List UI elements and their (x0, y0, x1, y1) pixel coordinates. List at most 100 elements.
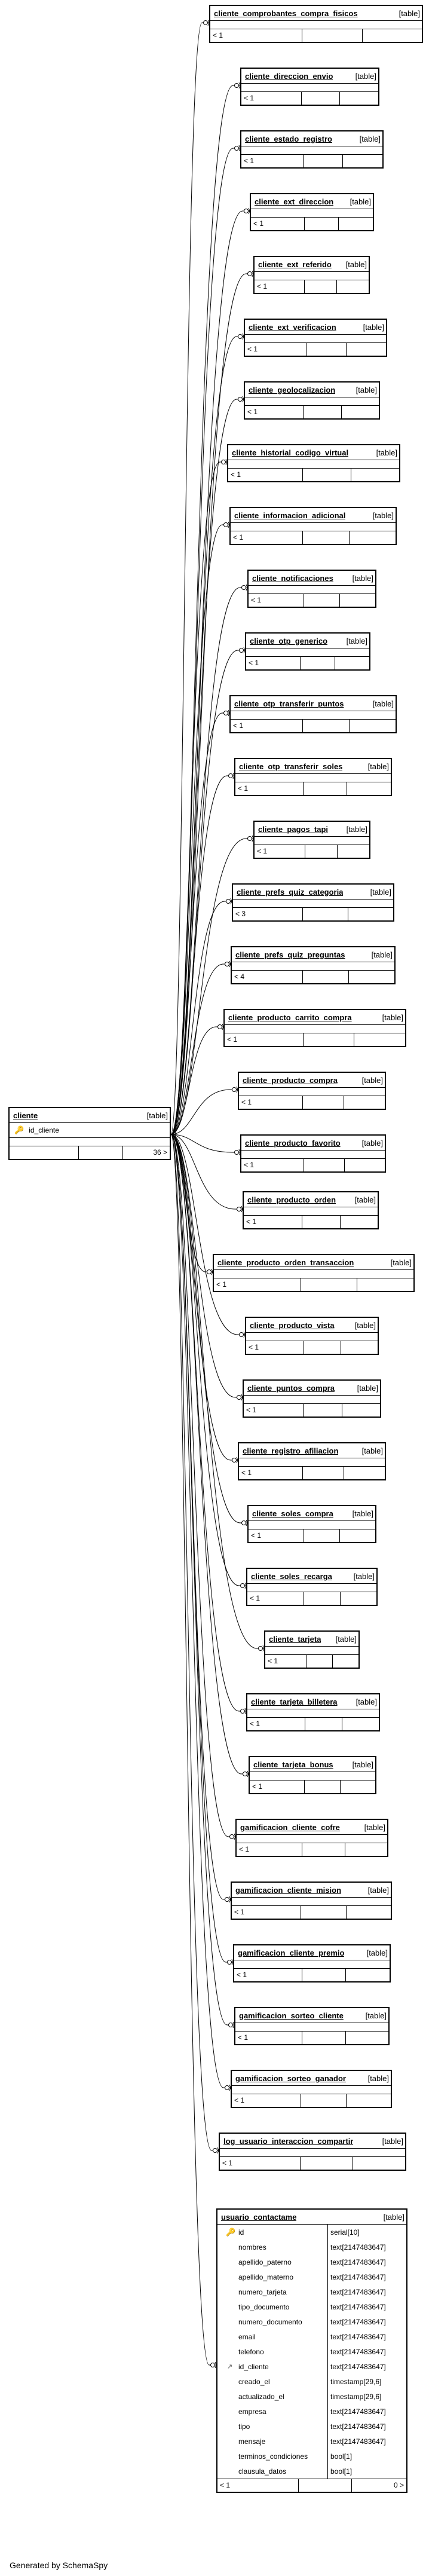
table-cliente-puntos-compra[interactable]: cliente_puntos_compra [table] < 1 (243, 1379, 381, 1418)
table-cliente-prefs-quiz-categoria[interactable]: cliente_prefs_quiz_categoria [table] < 3 (232, 883, 394, 922)
parents-count[interactable]: < 1 (251, 218, 305, 230)
table-cliente-ext-verificacion[interactable]: cliente_ext_verificacion [table] < 1 (244, 319, 387, 357)
table-cliente-prefs-quiz-preguntas[interactable]: cliente_prefs_quiz_preguntas [table] < 4 (231, 946, 396, 984)
table-name[interactable]: cliente_estado_registro (245, 134, 332, 143)
parents-count[interactable]: < 1 (234, 1969, 302, 1981)
parents-count[interactable]: < 1 (220, 2157, 301, 2170)
parents-count[interactable]: < 1 (255, 280, 305, 293)
table-cliente-comprobantes-compra-fisicos[interactable]: cliente_comprobantes_compra_fisicos [tabl… (209, 5, 423, 43)
table-name[interactable]: cliente_producto_vista (250, 1321, 335, 1330)
parents-count[interactable]: < 1 (217, 2479, 299, 2492)
parents-count[interactable]: < 1 (210, 29, 303, 42)
table-cliente-tarjeta-billetera[interactable]: cliente_tarjeta_billetera [table] < 1 (246, 1693, 380, 1731)
parents-count[interactable]: < 1 (239, 1096, 303, 1109)
table-cliente-ext-referido[interactable]: cliente_ext_referido [table] < 1 (253, 256, 370, 294)
table-name[interactable]: cliente (13, 1111, 38, 1120)
parents-count[interactable]: < 1 (244, 1404, 304, 1417)
parents-count[interactable]: < 1 (241, 92, 302, 105)
table-name[interactable]: cliente_ext_verificacion (249, 323, 336, 332)
parents-count[interactable]: < 1 (255, 845, 305, 858)
table-cliente-producto-carrito-compra[interactable]: cliente_producto_carrito_compra [table] < … (223, 1009, 406, 1047)
table-name[interactable]: gamificacion_sorteo_cliente (239, 2011, 344, 2020)
table-cliente-historial-codigo-virtual[interactable]: cliente_historial_codigo_virtual [table] <… (227, 444, 400, 482)
parents-count[interactable]: < 1 (232, 1906, 302, 1919)
table-cliente-soles-compra[interactable]: cliente_soles_compra [table] < 1 (247, 1505, 376, 1543)
table-name[interactable]: cliente_producto_favorito (245, 1139, 341, 1148)
parents-count[interactable]: < 1 (231, 720, 303, 732)
table-name[interactable]: cliente_tarjeta_bonus (253, 1760, 333, 1769)
table-cliente-producto-orden-transaccion[interactable]: cliente_producto_orden_transaccion [table… (213, 1254, 415, 1292)
table-log-usuario-interaccion-compartir[interactable]: log_usuario_interaccion_compartir [table]… (219, 2133, 406, 2171)
table-cliente-producto-orden[interactable]: cliente_producto_orden [table] < 1 (243, 1191, 379, 1229)
parents-count[interactable]: < 1 (232, 2094, 302, 2107)
table-cliente-soles-recarga[interactable]: cliente_soles_recarga [table] < 1 (246, 1568, 378, 1606)
table-name[interactable]: log_usuario_interaccion_compartir (223, 2137, 353, 2146)
table-name[interactable]: cliente_otp_transferir_puntos (234, 699, 344, 708)
table-cliente-notificaciones[interactable]: cliente_notificaciones [table] < 1 (247, 570, 376, 608)
table-name[interactable]: cliente_geolocalizacion (249, 386, 335, 394)
table-gamificacion-sorteo-ganador[interactable]: gamificacion_sorteo_ganador [table] < 1 (231, 2070, 392, 2108)
table-name[interactable]: gamificacion_sorteo_ganador (235, 2074, 346, 2083)
table-cliente-estado-registro[interactable]: cliente_estado_registro [table] < 1 (240, 130, 384, 169)
table-name[interactable]: cliente_prefs_quiz_categoria (237, 888, 343, 897)
table-name[interactable]: cliente_ext_referido (258, 260, 332, 269)
table-cliente-otp-transferir-soles[interactable]: cliente_otp_transferir_soles [table] < 1 (234, 758, 392, 796)
table-name[interactable]: cliente_soles_compra (252, 1509, 333, 1518)
table-cliente-tarjeta-bonus[interactable]: cliente_tarjeta_bonus [table] < 1 (249, 1756, 376, 1794)
parents-count[interactable]: < 3 (233, 908, 304, 920)
table-gamificacion-sorteo-cliente[interactable]: gamificacion_sorteo_cliente [table] < 1 (234, 2007, 390, 2045)
parents-count[interactable]: < 1 (235, 782, 304, 795)
parents-count[interactable]: < 1 (265, 1655, 307, 1668)
parents-count[interactable]: < 4 (232, 971, 303, 983)
table-cliente-producto-favorito[interactable]: cliente_producto_favorito [table] < 1 (240, 1134, 386, 1173)
table-name[interactable]: cliente_historial_codigo_virtual (232, 448, 348, 457)
parents-count[interactable]: < 1 (241, 155, 304, 167)
children-count[interactable]: 36 > (123, 1146, 170, 1159)
table-cliente-registro-afiliacion[interactable]: cliente_registro_afiliacion [table] < 1 (238, 1442, 386, 1480)
table-name[interactable]: cliente_soles_recarga (251, 1572, 332, 1581)
table-gamificacion-cliente-cofre[interactable]: gamificacion_cliente_cofre [table] < 1 (235, 1819, 388, 1857)
table-name[interactable]: cliente_informacion_adicional (234, 511, 345, 520)
table-gamificacion-cliente-premio[interactable]: gamificacion_cliente_premio [table] < 1 (233, 1944, 391, 1983)
parents-count[interactable]: < 1 (228, 469, 303, 481)
table-name[interactable]: gamificacion_cliente_cofre (240, 1823, 340, 1832)
table-usuario-contactame[interactable]: usuario_contactame [table] 🔑 id serial[10]… (216, 2208, 407, 2493)
table-cliente-ext-direccion[interactable]: cliente_ext_direccion [table] < 1 (250, 193, 374, 231)
parents-count[interactable]: < 1 (244, 1216, 303, 1228)
table-name[interactable]: cliente_otp_generico (250, 637, 327, 645)
parents-count[interactable]: < 1 (247, 1718, 305, 1730)
parents-count[interactable]: < 1 (235, 2032, 303, 2044)
table-name[interactable]: cliente_tarjeta (269, 1635, 321, 1644)
table-name[interactable]: cliente_producto_compra (243, 1076, 338, 1085)
table-cliente-producto-vista[interactable]: cliente_producto_vista [table] < 1 (245, 1317, 379, 1355)
table-cliente-geolocalizacion[interactable]: cliente_geolocalizacion [table] < 1 (244, 381, 380, 420)
parents-count[interactable]: < 1 (245, 343, 307, 356)
table-cliente-direccion-envio[interactable]: cliente_direccion_envio [table] < 1 (240, 68, 379, 106)
table-name[interactable]: cliente_pagos_tapi (258, 825, 328, 834)
table-name[interactable]: cliente_prefs_quiz_preguntas (235, 950, 345, 959)
table-name[interactable]: cliente_notificaciones (252, 574, 333, 583)
table-name[interactable]: cliente_direccion_envio (245, 72, 333, 81)
table-name[interactable]: cliente_ext_direccion (255, 197, 333, 206)
parents-count[interactable]: < 1 (249, 1529, 305, 1542)
parents-count[interactable]: < 1 (214, 1278, 301, 1291)
table-gamificacion-cliente-mision[interactable]: gamificacion_cliente_mision [table] < 1 (231, 1881, 392, 1920)
parents-count[interactable]: < 1 (250, 1780, 305, 1793)
table-name[interactable]: cliente_otp_transferir_soles (239, 762, 342, 771)
parents-count[interactable]: < 1 (245, 406, 304, 418)
table-name[interactable]: cliente_registro_afiliacion (243, 1446, 338, 1455)
table-cliente-tarjeta[interactable]: cliente_tarjeta [table] < 1 (264, 1630, 360, 1669)
table-name[interactable]: cliente_producto_carrito_compra (228, 1013, 352, 1022)
table-name[interactable]: cliente_puntos_compra (247, 1384, 335, 1393)
table-cliente-producto-compra[interactable]: cliente_producto_compra [table] < 1 (238, 1072, 386, 1110)
table-name[interactable]: cliente_comprobantes_compra_fisicos (214, 9, 358, 18)
parents-count[interactable]: < 1 (237, 1843, 303, 1856)
table-cliente[interactable]: cliente [table] 🔑 id_cliente 36 > (8, 1107, 171, 1160)
parents-count[interactable]: < 1 (246, 1341, 304, 1354)
table-name[interactable]: cliente_producto_orden (247, 1195, 336, 1204)
table-cliente-otp-generico[interactable]: cliente_otp_generico [table] < 1 (245, 632, 370, 671)
table-name[interactable]: cliente_producto_orden_transaccion (217, 1258, 354, 1267)
parents-count[interactable]: < 1 (231, 531, 303, 544)
parents-count[interactable]: < 1 (246, 657, 301, 669)
table-name[interactable]: cliente_tarjeta_billetera (251, 1697, 338, 1706)
